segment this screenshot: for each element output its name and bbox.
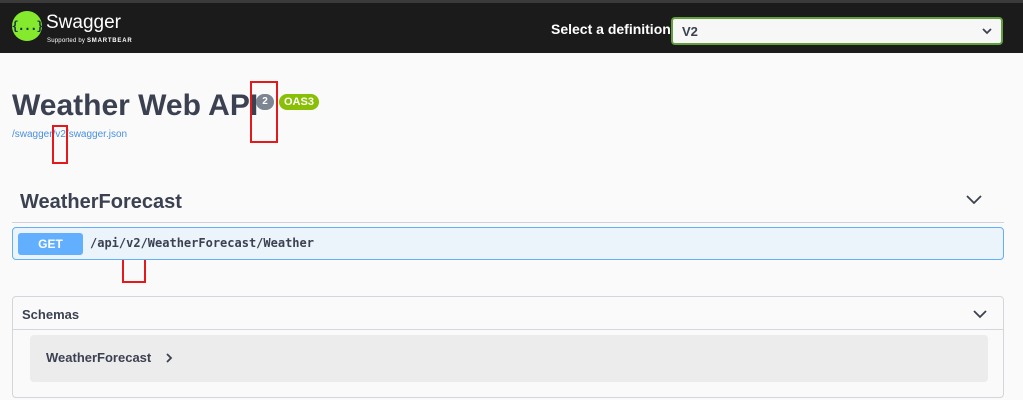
chevron-down-icon xyxy=(973,310,987,319)
top-bar: {...} Swagger Supported by SMARTBEAR Sel… xyxy=(0,0,1023,53)
chevron-right-icon xyxy=(166,353,173,363)
definition-select[interactable]: V2 xyxy=(671,17,1003,45)
oas-badge: OAS3 xyxy=(279,94,319,110)
chevron-down-icon xyxy=(982,28,992,35)
tag-title[interactable]: WeatherForecast xyxy=(20,191,182,214)
brand-sub-company: SMARTBEAR xyxy=(86,38,133,44)
definition-select-value: V2 xyxy=(682,24,698,39)
model-name: WeatherForecast xyxy=(46,350,152,365)
spec-url-link[interactable]: /swagger/v2/swagger.json xyxy=(12,129,127,140)
chevron-down-icon[interactable] xyxy=(965,193,983,207)
schemas-section: Schemas WeatherForecast xyxy=(12,296,1004,398)
schemas-header[interactable]: Schemas xyxy=(13,297,1003,330)
api-title: Weather Web API xyxy=(12,89,259,122)
logo-glyph: {...} xyxy=(11,19,43,33)
definition-label: Select a definition xyxy=(551,21,671,37)
operation-path: /api/v2/WeatherForecast/Weather xyxy=(90,236,314,250)
operation-get-weather[interactable]: GET /api/v2/WeatherForecast/Weather xyxy=(12,227,1004,260)
brand-subtitle: Supported by SMARTBEAR xyxy=(47,38,133,44)
brand-name[interactable]: Swagger xyxy=(46,12,121,34)
annotation-box-url xyxy=(52,125,68,164)
swagger-logo-icon[interactable]: {...} xyxy=(11,11,44,41)
method-badge: GET xyxy=(18,233,83,255)
annotation-box-version xyxy=(250,81,278,143)
tag-divider xyxy=(12,222,1004,223)
model-weatherforecast[interactable]: WeatherForecast xyxy=(30,335,988,382)
brand-sub-prefix: Supported by xyxy=(47,38,87,44)
schemas-title: Schemas xyxy=(22,307,80,322)
